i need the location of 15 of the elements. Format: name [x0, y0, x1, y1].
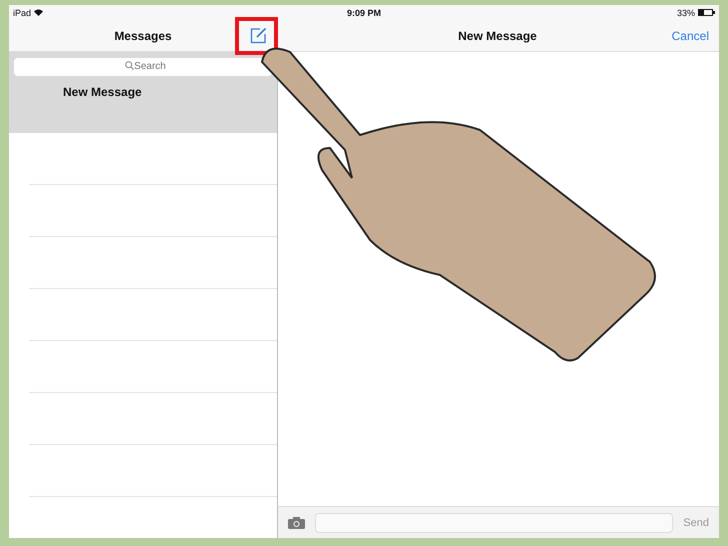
- sidebar-title: Messages: [114, 28, 172, 42]
- device-name: iPad: [13, 8, 32, 18]
- compose-button[interactable]: [250, 27, 267, 44]
- wifi-icon: [34, 9, 44, 16]
- camera-icon[interactable]: [288, 516, 305, 528]
- battery-percent: 33%: [676, 8, 695, 18]
- search-icon: [125, 61, 134, 70]
- compose-title: New Message: [458, 28, 537, 42]
- cancel-button[interactable]: Cancel: [672, 28, 709, 42]
- clock-time: 9:09 PM: [346, 8, 381, 18]
- battery-icon: [698, 9, 715, 16]
- conversation-item[interactable]: New Message: [9, 78, 277, 133]
- message-input-field[interactable]: [315, 512, 674, 532]
- send-button[interactable]: Send: [683, 516, 709, 528]
- search-field[interactable]: Search: [14, 58, 272, 76]
